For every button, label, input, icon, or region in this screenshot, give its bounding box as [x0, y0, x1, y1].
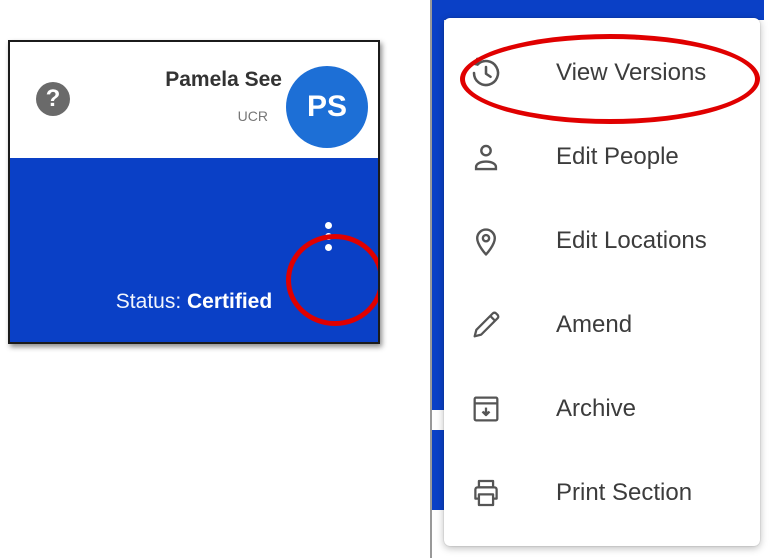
archive-icon — [466, 389, 506, 429]
menu-item-label: Archive — [556, 395, 637, 422]
menu-item-label: Amend — [556, 311, 633, 338]
printer-icon — [466, 473, 506, 513]
highlight-ring-more-options — [286, 234, 378, 326]
pencil-icon — [466, 305, 506, 345]
menu-item-edit-locations[interactable]: Edit Locations — [444, 200, 760, 282]
menu-item-amend[interactable]: Amend — [444, 284, 760, 366]
menu-item-label: Print Section — [556, 479, 693, 506]
user-organization: UCR — [237, 108, 268, 124]
menu-item-archive[interactable]: Archive — [444, 368, 760, 450]
person-icon — [466, 137, 506, 177]
menu-item-edit-people[interactable]: Edit People — [444, 116, 760, 198]
highlight-ring-view-versions — [460, 34, 760, 124]
menu-item-label: Edit People — [556, 143, 679, 170]
menu-item-print-section[interactable]: Print Section — [444, 452, 760, 534]
section-card: ? Pamela See UCR PS Status: Certified — [8, 40, 380, 344]
user-name: Pamela See — [165, 68, 282, 91]
location-pin-icon — [466, 221, 506, 261]
status-label: Status: — [115, 290, 187, 313]
status-value: Certified — [187, 290, 273, 313]
help-icon[interactable]: ? — [36, 82, 70, 116]
card-header: ? Pamela See UCR PS — [10, 42, 378, 158]
avatar[interactable]: PS — [286, 66, 368, 148]
menu-item-label: Edit Locations — [556, 227, 707, 254]
